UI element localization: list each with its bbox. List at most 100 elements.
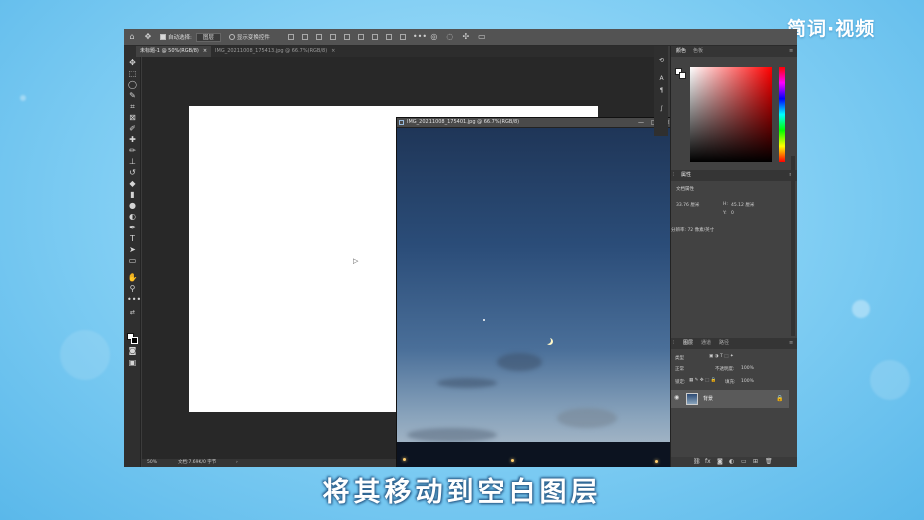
blend-mode-dropdown[interactable]: 正常 <box>675 366 684 372</box>
lock-icons[interactable]: ▦ ✎ ✥ ⬚ 🔒 <box>689 378 716 383</box>
resolution-value[interactable]: 分辨率: 72 像素/英寸 <box>671 227 714 233</box>
panel-menu-icon[interactable]: ≡ <box>789 338 793 349</box>
distribute-icon[interactable] <box>385 34 392 40</box>
floating-window-titlebar[interactable]: IMG_20211008_175401.jpg @ 66.7%(RGB/8) —… <box>397 118 677 127</box>
paragraph-icon[interactable]: ¶ <box>657 86 666 95</box>
auto-select-checkbox[interactable] <box>160 34 166 40</box>
panel-menu-icon[interactable]: ≡ <box>789 46 793 57</box>
tab-swatches[interactable]: 色板 <box>693 46 703 57</box>
quick-mask-icon[interactable]: ◙ <box>127 346 138 356</box>
tab-paths[interactable]: 路径 <box>719 338 729 349</box>
tab-properties[interactable]: 属性 <box>681 170 691 181</box>
show-transform-checkbox[interactable] <box>228 34 235 40</box>
new-group-icon[interactable]: ▭ <box>741 458 747 465</box>
eraser-tool-icon[interactable]: ◆ <box>127 179 138 189</box>
tab-label: 未标题-1 @ 50%(RGB/8) <box>140 48 199 54</box>
background-color-swatch[interactable] <box>679 72 686 79</box>
close-icon[interactable]: × <box>203 48 207 54</box>
layer-row-background[interactable]: ◉ 背景 🔒 <box>671 390 789 408</box>
layers-panel-tabs: ⫶ 图层 通道 路径 ≡ <box>671 338 797 349</box>
clone-stamp-tool-icon[interactable]: ⊥ <box>127 157 138 167</box>
history-icon[interactable]: ⟲ <box>657 56 666 65</box>
more-options-icon[interactable]: ••• <box>413 32 427 42</box>
minimize-button[interactable]: — <box>638 118 644 127</box>
marquee-tool-icon[interactable]: ⬚ <box>127 69 138 79</box>
color-picker-field[interactable] <box>690 67 772 162</box>
brush-tool-icon[interactable]: ✏ <box>127 146 138 156</box>
tools-panel: ✥ ⬚ ◯ ✎ ⌗ ⊠ ✐ ✚ ✏ ⊥ ↺ ◆ ▮ ● ◐ ✒ T ➤ ▭ ✋ … <box>124 46 141 467</box>
align-bottom-icon[interactable] <box>357 34 364 40</box>
height-value[interactable]: 45.12 厘米 <box>731 202 754 208</box>
align-top-icon[interactable] <box>329 34 336 40</box>
close-icon[interactable]: × <box>331 48 335 54</box>
hand-tool-icon[interactable]: ✋ <box>127 273 138 283</box>
swap-colors-icon[interactable]: ⇄ <box>127 308 138 318</box>
blur-tool-icon[interactable]: ● <box>127 201 138 211</box>
opacity-input[interactable]: 100% <box>741 366 754 371</box>
fill-input[interactable]: 100% <box>741 379 754 384</box>
quick-select-tool-icon[interactable]: ✎ <box>127 91 138 101</box>
distribute-icon[interactable] <box>399 34 406 40</box>
home-icon[interactable]: ⌂ <box>127 32 137 42</box>
path-select-tool-icon[interactable]: ➤ <box>127 245 138 255</box>
new-layer-icon[interactable]: ⊞ <box>753 458 758 465</box>
adjustment-layer-icon[interactable]: ◐ <box>729 458 734 465</box>
frame-tool-icon[interactable]: ⊠ <box>127 113 138 123</box>
character-icon[interactable]: A <box>657 74 666 83</box>
night-sky-photo[interactable] <box>397 128 677 467</box>
tab-layers[interactable]: 图层 <box>683 338 693 349</box>
width-value[interactable]: 33.76 厘米 <box>676 202 699 208</box>
healing-brush-tool-icon[interactable]: ✚ <box>127 135 138 145</box>
document-info[interactable]: 文档:7.69K/0 字节 <box>178 459 216 467</box>
layer-filter-icons[interactable]: ▣ ◑ T ⬚ ✦ <box>709 354 734 359</box>
tab-img-20211008-175413[interactable]: IMG_20211008_175413.jpg @ 66.7%(RGB/8) × <box>211 46 339 57</box>
tab-untitled-1[interactable]: 未标题-1 @ 50%(RGB/8) × <box>136 46 212 57</box>
zoom-level[interactable]: 50% <box>147 459 157 467</box>
align-middle-icon[interactable] <box>343 34 350 40</box>
3d-mode-icon[interactable]: ◎ <box>429 32 439 42</box>
fx-icon[interactable]: fx <box>705 458 711 465</box>
align-center-icon[interactable] <box>301 34 308 40</box>
history-brush-tool-icon[interactable]: ↺ <box>127 168 138 178</box>
glyph-icon[interactable]: ∫ <box>657 104 666 113</box>
tab-channels[interactable]: 通道 <box>701 338 711 349</box>
delete-layer-icon[interactable]: 🗑 <box>765 458 773 465</box>
floating-window-title: IMG_20211008_175401.jpg @ 66.7%(RGB/8) <box>407 119 520 125</box>
lock-icon: 🔒 <box>776 395 784 402</box>
link-layers-icon[interactable]: ⛓ <box>693 458 701 465</box>
floating-image-window[interactable]: IMG_20211008_175401.jpg @ 66.7%(RGB/8) —… <box>396 117 678 467</box>
visibility-eye-icon[interactable]: ◉ <box>674 394 679 401</box>
background-color-swatch[interactable] <box>131 337 138 344</box>
lasso-tool-icon[interactable]: ◯ <box>127 80 138 90</box>
type-tool-icon[interactable]: T <box>127 234 138 244</box>
distribute-icon[interactable] <box>371 34 378 40</box>
properties-panel-tabs: ⫶ 属性 ≡ <box>671 170 797 181</box>
show-transform-label: 显示变换控件 <box>236 35 270 41</box>
edit-toolbar-icon[interactable]: ••• <box>127 295 141 305</box>
layer-filter-dropdown[interactable]: 类型 <box>675 355 684 361</box>
screen-mode-icon[interactable]: ▣ <box>127 358 138 368</box>
gradient-tool-icon[interactable]: ▮ <box>127 190 138 200</box>
crop-tool-icon[interactable]: ⌗ <box>127 102 138 112</box>
status-arrow-icon[interactable]: › <box>236 459 238 467</box>
tab-color[interactable]: 颜色 <box>676 46 686 57</box>
align-left-icon[interactable] <box>287 34 294 40</box>
pen-tool-icon[interactable]: ✒ <box>127 223 138 233</box>
3d-rotate-icon[interactable]: ◌ <box>445 32 455 42</box>
3d-video-icon[interactable]: ▭ <box>477 32 487 42</box>
3d-pan-icon[interactable]: ✣ <box>461 32 471 42</box>
hue-slider[interactable] <box>779 67 785 162</box>
zoom-tool-icon[interactable]: ⚲ <box>127 284 138 294</box>
properties-scrollbar[interactable] <box>791 156 795 336</box>
auto-select-dropdown[interactable]: 图层 <box>195 32 221 42</box>
dodge-tool-icon[interactable]: ◐ <box>127 212 138 222</box>
move-tool-icon[interactable]: ✥ <box>143 32 153 42</box>
shape-tool-icon[interactable]: ▭ <box>127 256 138 266</box>
move-tool-icon[interactable]: ✥ <box>127 58 138 68</box>
y-value[interactable]: 0 <box>731 211 734 216</box>
align-right-icon[interactable] <box>315 34 322 40</box>
add-mask-icon[interactable]: ◙ <box>717 458 723 465</box>
eyedropper-tool-icon[interactable]: ✐ <box>127 124 138 134</box>
brand-logo: 简词·视频 <box>787 18 876 40</box>
layer-thumbnail <box>686 393 698 405</box>
